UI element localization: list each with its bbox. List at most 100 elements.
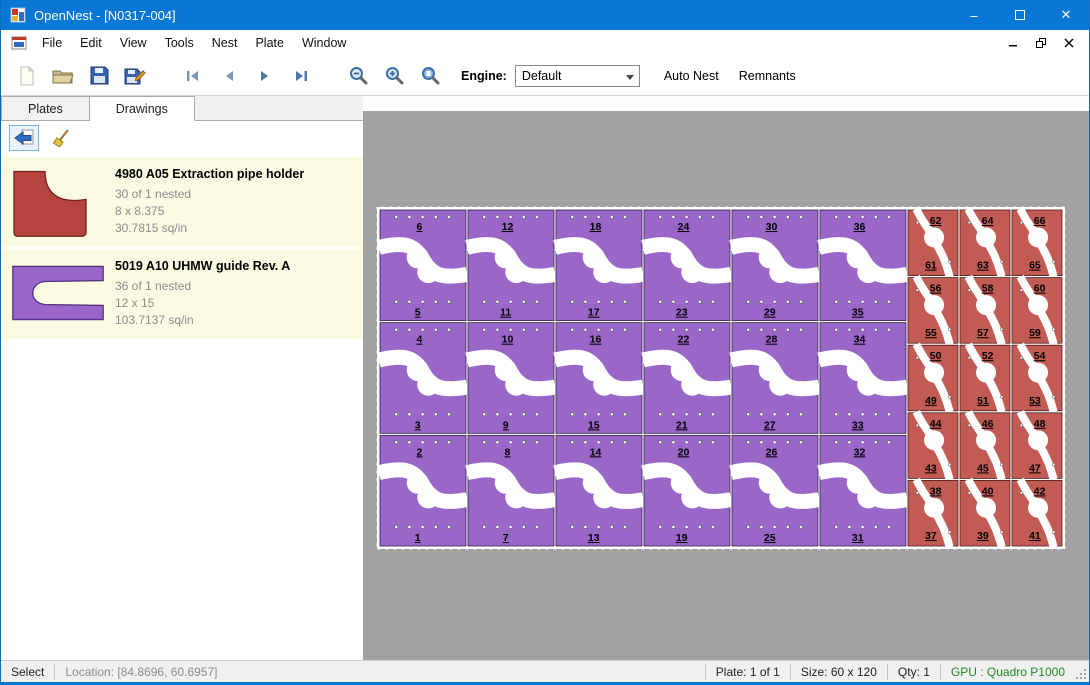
menu-file[interactable]: File bbox=[33, 32, 71, 54]
drill-hole bbox=[535, 328, 538, 331]
open-button[interactable] bbox=[47, 61, 79, 91]
red-part-pair[interactable]: 6261 bbox=[908, 209, 958, 277]
drill-hole bbox=[535, 215, 538, 218]
minimize-button[interactable]: – bbox=[951, 0, 997, 30]
document-icon bbox=[11, 36, 27, 50]
drill-hole bbox=[835, 328, 838, 331]
red-part-pair[interactable]: 6059 bbox=[1012, 277, 1062, 345]
purple-part-pair[interactable]: 2019 bbox=[643, 435, 731, 546]
purple-part-pair[interactable]: 2625 bbox=[731, 435, 819, 546]
clean-button[interactable] bbox=[47, 125, 77, 151]
mdi-minimize-button[interactable] bbox=[1001, 33, 1025, 53]
plate: 6512111817242330293635431091615222128273… bbox=[376, 206, 1066, 550]
save-icon bbox=[90, 66, 109, 85]
red-part-pair[interactable]: 3837 bbox=[908, 479, 958, 547]
purple-part-pair[interactable]: 1211 bbox=[467, 210, 555, 321]
purple-part-pair[interactable]: 2827 bbox=[731, 323, 819, 434]
close-button[interactable]: ✕ bbox=[1043, 0, 1089, 30]
part-item-uhmw-guide[interactable]: 5019 A10 UHMW guide Rev. A 36 of 1 neste… bbox=[1, 249, 363, 339]
purple-part-pair[interactable]: 109 bbox=[467, 323, 555, 434]
auto-nest-button[interactable]: Auto Nest bbox=[660, 64, 723, 88]
purple-part-pair[interactable]: 1615 bbox=[555, 323, 643, 434]
menu-view[interactable]: View bbox=[111, 32, 156, 54]
part-number: 66 bbox=[1034, 215, 1046, 227]
menu-window[interactable]: Window bbox=[293, 32, 355, 54]
drill-hole bbox=[1000, 260, 1003, 263]
purple-part-pair[interactable]: 3433 bbox=[819, 323, 907, 434]
drill-hole bbox=[874, 215, 877, 218]
red-part-pair[interactable]: 5857 bbox=[960, 277, 1010, 345]
menu-tools[interactable]: Tools bbox=[156, 32, 203, 54]
purple-part-pair[interactable]: 2423 bbox=[643, 210, 731, 321]
red-part-pair[interactable]: 4443 bbox=[908, 412, 958, 480]
drill-hole bbox=[1020, 356, 1023, 359]
red-part-pair[interactable]: 5251 bbox=[960, 344, 1010, 412]
purple-part-pair[interactable]: 21 bbox=[379, 435, 467, 546]
new-button[interactable] bbox=[11, 61, 43, 91]
tab-plates[interactable]: Plates bbox=[1, 96, 90, 121]
resize-grip[interactable] bbox=[1075, 661, 1089, 682]
tab-drawings[interactable]: Drawings bbox=[90, 96, 195, 121]
drill-hole bbox=[786, 525, 789, 528]
purple-part-pair[interactable]: 1413 bbox=[555, 435, 643, 546]
zoom-out-button[interactable] bbox=[343, 61, 375, 91]
red-part-pair[interactable]: 4241 bbox=[1012, 479, 1062, 547]
purple-part-pair[interactable]: 43 bbox=[379, 323, 467, 434]
save-as-button[interactable] bbox=[119, 61, 151, 91]
drill-hole bbox=[916, 356, 919, 359]
red-part-pair[interactable]: 6463 bbox=[960, 209, 1010, 277]
last-page-button[interactable] bbox=[285, 61, 317, 91]
menu-plate[interactable]: Plate bbox=[246, 32, 293, 54]
drill-hole bbox=[522, 215, 525, 218]
first-page-button[interactable] bbox=[177, 61, 209, 91]
red-part-pair[interactable]: 4039 bbox=[960, 479, 1010, 547]
red-part-pair[interactable]: 5655 bbox=[908, 277, 958, 345]
part-number: 4 bbox=[417, 334, 423, 346]
drill-hole bbox=[786, 215, 789, 218]
drill-hole bbox=[395, 215, 398, 218]
engine-select[interactable]: Default bbox=[515, 65, 640, 87]
red-part-pair[interactable]: 5049 bbox=[908, 344, 958, 412]
menu-edit[interactable]: Edit bbox=[71, 32, 111, 54]
purple-part-pair[interactable]: 3231 bbox=[819, 435, 907, 546]
mdi-close-button[interactable] bbox=[1057, 33, 1081, 53]
part-number: 51 bbox=[977, 395, 989, 407]
save-button[interactable] bbox=[83, 61, 115, 91]
drill-hole bbox=[672, 413, 675, 416]
purple-part-pair[interactable]: 3029 bbox=[731, 210, 819, 321]
red-part-pair[interactable]: 6665 bbox=[1012, 209, 1062, 277]
drill-hole bbox=[698, 300, 701, 303]
red-part-pair[interactable]: 4847 bbox=[1012, 412, 1062, 480]
drill-hole bbox=[672, 300, 675, 303]
drill-hole bbox=[509, 441, 512, 444]
purple-part-pair[interactable]: 65 bbox=[379, 210, 467, 321]
zoom-fit-button[interactable] bbox=[415, 61, 447, 91]
red-part-pair[interactable]: 5453 bbox=[1012, 344, 1062, 412]
mdi-restore-button[interactable] bbox=[1029, 33, 1053, 53]
drill-hole bbox=[408, 413, 411, 416]
drill-hole bbox=[496, 525, 499, 528]
maximize-button[interactable] bbox=[997, 0, 1043, 30]
tab-drawings-label: Drawings bbox=[116, 102, 168, 116]
part-number: 43 bbox=[925, 462, 937, 474]
red-part-pair[interactable]: 4645 bbox=[960, 412, 1010, 480]
purple-part-pair[interactable]: 2221 bbox=[643, 323, 731, 434]
purple-part-pair[interactable]: 1817 bbox=[555, 210, 643, 321]
zoom-in-button[interactable] bbox=[379, 61, 411, 91]
drill-hole bbox=[948, 328, 951, 331]
remnants-button[interactable]: Remnants bbox=[735, 64, 800, 88]
return-part-button[interactable] bbox=[9, 125, 39, 151]
drill-hole bbox=[1020, 492, 1023, 495]
next-page-button[interactable] bbox=[249, 61, 281, 91]
part-item-extraction-pipe-holder[interactable]: 4980 A05 Extraction pipe holder 30 of 1 … bbox=[1, 157, 363, 247]
menu-nest[interactable]: Nest bbox=[203, 32, 247, 54]
purple-part-pair[interactable]: 3635 bbox=[819, 210, 907, 321]
purple-part-pair[interactable]: 87 bbox=[467, 435, 555, 546]
part-number: 49 bbox=[925, 395, 937, 407]
part-number: 16 bbox=[590, 334, 602, 346]
previous-page-button[interactable] bbox=[213, 61, 245, 91]
drill-hole bbox=[395, 328, 398, 331]
drill-hole bbox=[522, 328, 525, 331]
nest-canvas[interactable]: 6512111817242330293635431091615222128273… bbox=[363, 96, 1089, 660]
part-number: 1 bbox=[415, 532, 421, 544]
